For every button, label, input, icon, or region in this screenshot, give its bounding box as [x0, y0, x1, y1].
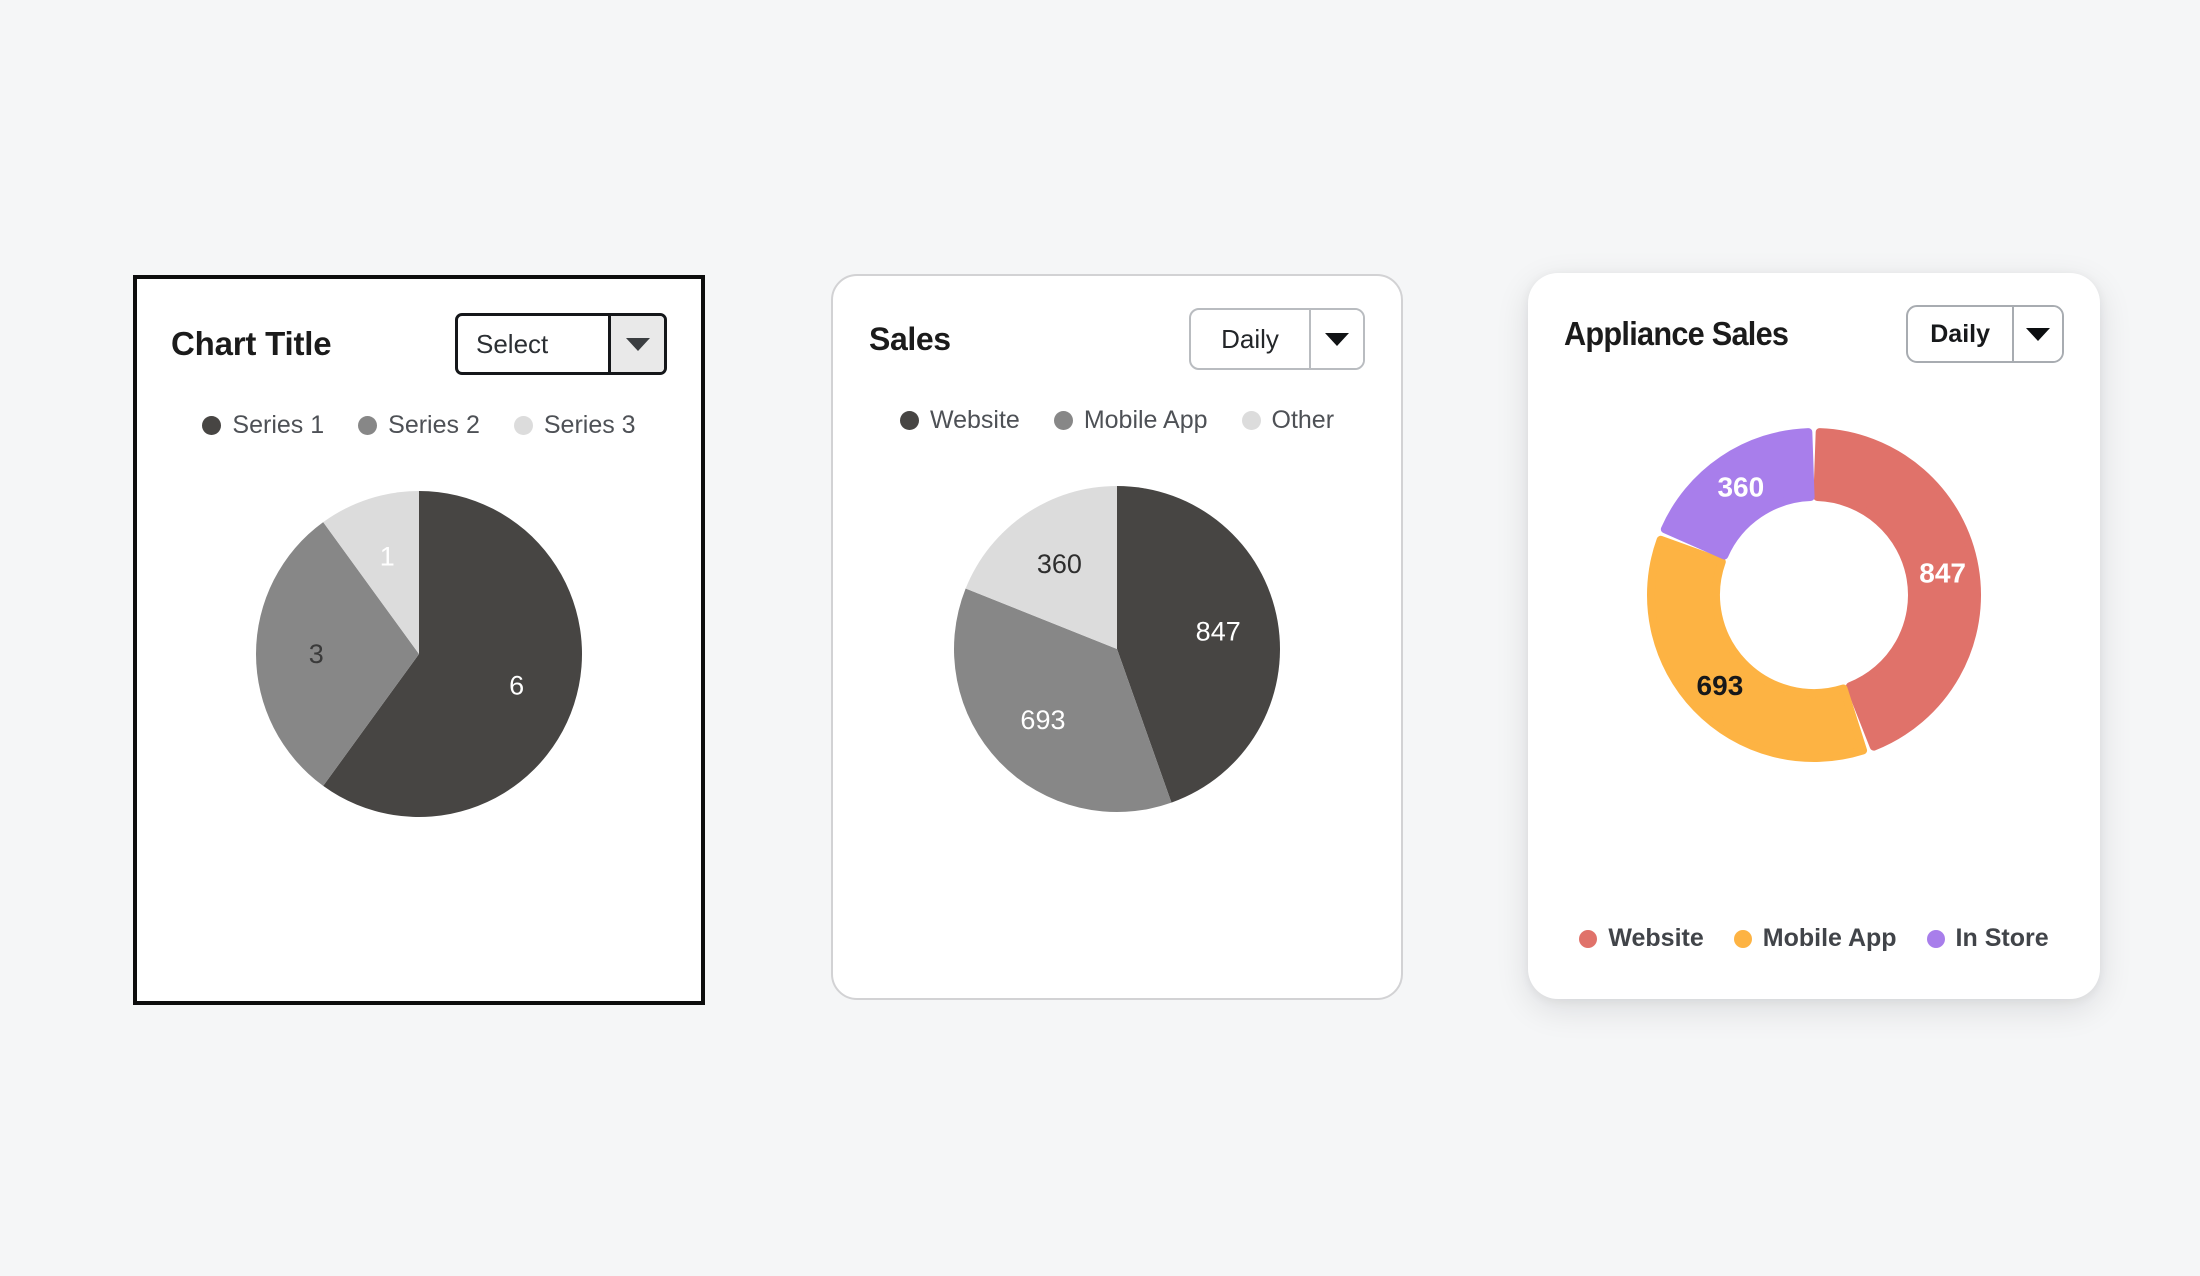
period-select[interactable]: Daily: [1189, 308, 1365, 370]
legend-item[interactable]: Mobile App: [1733, 924, 1897, 953]
legend-item[interactable]: Website: [1579, 924, 1704, 953]
chart-legend: Website Mobile App In Store: [1528, 924, 2100, 953]
donut-chart-appliance[interactable]: 847693360: [1604, 385, 2024, 805]
chart-card-basic: Chart Title Select Series 1 Series 2 Ser…: [133, 275, 705, 1005]
legend-color-swatch: [1579, 929, 1598, 948]
legend-item-label: In Store: [1955, 924, 2049, 952]
legend-item[interactable]: In Store: [1926, 924, 2049, 953]
legend-item[interactable]: Series 2: [358, 411, 480, 440]
period-select[interactable]: Daily: [1906, 305, 2064, 363]
chevron-down-icon: [1325, 332, 1349, 346]
chart-slice[interactable]: [1647, 535, 1868, 762]
period-select-arrow[interactable]: [2012, 307, 2062, 361]
pie-chart-basic[interactable]: 631: [219, 454, 619, 854]
chart-area: 847 693 360: [833, 449, 1401, 849]
period-select[interactable]: Select: [455, 313, 667, 375]
period-select-arrow[interactable]: [608, 316, 664, 372]
legend-item[interactable]: Other: [1241, 406, 1335, 435]
legend-item[interactable]: Website: [899, 406, 1020, 435]
legend-color-swatch: [899, 411, 919, 430]
card-header: Chart Title Select: [137, 279, 701, 375]
pie-chart-sales[interactable]: 847693360: [917, 449, 1317, 849]
legend-item-label: Website: [1608, 924, 1704, 952]
legend-color-swatch: [1733, 929, 1752, 948]
legend-item[interactable]: Series 1: [202, 411, 324, 440]
chevron-down-icon: [2026, 327, 2050, 341]
period-select-value: Daily: [1221, 323, 1279, 354]
legend-color-swatch: [1241, 411, 1261, 430]
legend-item-label: Website: [929, 406, 1020, 434]
page-title: Chart Title: [171, 325, 332, 362]
chart-area: 847 693 360: [1528, 385, 2100, 805]
legend-item-label: Mobile App: [1083, 406, 1208, 434]
chart-card-sales: Sales Daily Website Mobile App Other 847…: [831, 274, 1403, 1000]
card-header: Appliance Sales Daily: [1528, 273, 2100, 363]
legend-color-swatch: [358, 416, 378, 435]
legend-color-swatch: [202, 416, 222, 435]
period-select-value: Select: [476, 328, 549, 359]
period-select-value: Daily: [1930, 319, 1990, 348]
period-select-arrow[interactable]: [1309, 310, 1363, 368]
chart-area: 631: [137, 454, 701, 854]
chart-legend: Series 1 Series 2 Series 3: [137, 411, 701, 440]
legend-color-swatch: [513, 416, 533, 435]
legend-item-label: Mobile App: [1762, 924, 1897, 952]
legend-item-label: Series 1: [232, 411, 325, 439]
card-header: Sales Daily: [833, 276, 1401, 370]
legend-item-label: Series 2: [388, 411, 480, 439]
legend-item[interactable]: Mobile App: [1053, 406, 1208, 435]
page-title: Sales: [869, 320, 951, 357]
legend-color-swatch: [1926, 929, 1945, 948]
page-title: Appliance Sales: [1564, 315, 1789, 352]
legend-color-swatch: [1053, 411, 1073, 430]
chart-card-appliance: Appliance Sales Daily 847 693 360 Website …: [1528, 273, 2100, 999]
chart-legend: Website Mobile App Other: [833, 406, 1401, 435]
legend-item-label: Series 3: [543, 411, 636, 439]
legend-item-label: Other: [1271, 406, 1335, 434]
legend-item[interactable]: Series 3: [513, 411, 636, 440]
chart-slice[interactable]: [1660, 428, 1815, 560]
chevron-down-icon: [625, 337, 650, 351]
